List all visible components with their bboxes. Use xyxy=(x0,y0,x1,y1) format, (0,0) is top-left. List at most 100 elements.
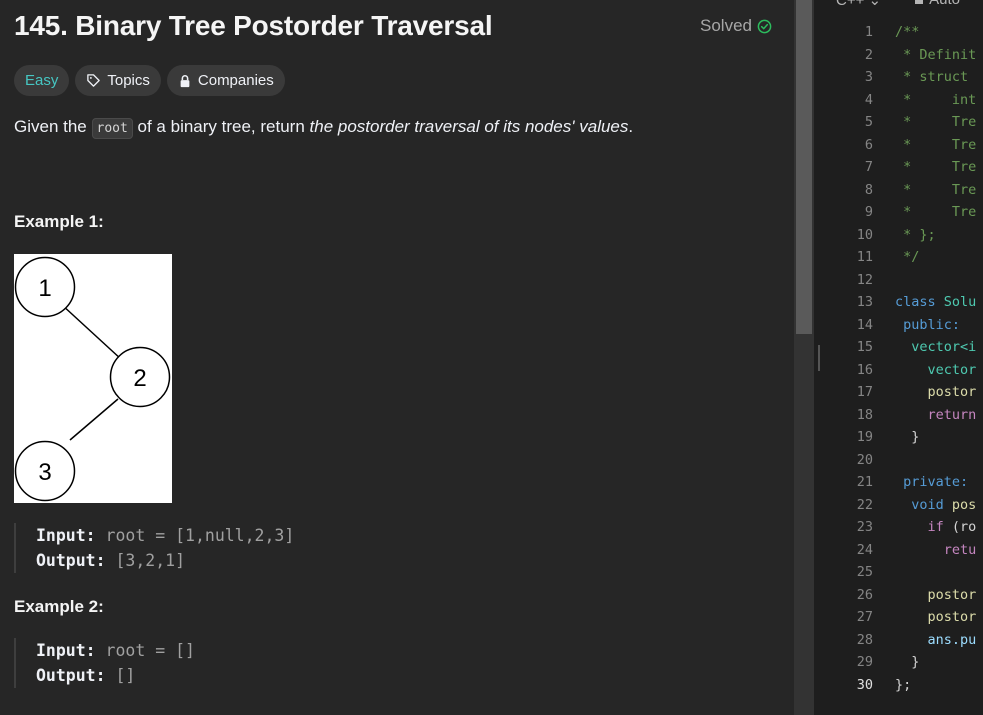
code-line[interactable]: 15 vector<i xyxy=(826,339,983,362)
editor-toolbar: C++ ⌄ Auto xyxy=(836,0,960,9)
line-number: 1 xyxy=(864,24,873,40)
code-line[interactable]: 10 * }; xyxy=(826,227,983,250)
code-token: return xyxy=(895,406,977,423)
code-line[interactable]: 19 } xyxy=(826,429,983,452)
tree-edge xyxy=(69,398,119,441)
language-label: C++ xyxy=(836,0,865,9)
code-line[interactable]: 13 class Solu xyxy=(826,294,983,317)
example-2-heading: Example 2: xyxy=(14,597,104,616)
code-line[interactable]: 18 return xyxy=(826,407,983,430)
code-line[interactable]: 6 * Tre xyxy=(826,137,983,160)
code-line[interactable]: 25 xyxy=(826,564,983,587)
code-token: pos xyxy=(951,496,977,513)
panel-resizer[interactable] xyxy=(814,0,826,715)
line-number: 20 xyxy=(856,451,873,468)
line-number: 12 xyxy=(856,271,873,288)
line-number: 7 xyxy=(864,159,873,175)
resize-handle[interactable] xyxy=(818,345,820,371)
problem-title[interactable]: 145. Binary Tree Postorder Traversal xyxy=(14,10,493,42)
code-line[interactable]: 2 * Definit xyxy=(826,47,983,70)
difficulty-tag[interactable]: Easy xyxy=(14,65,70,96)
code-token: /** xyxy=(895,24,920,40)
code-lines[interactable]: 1/** 2 * Definit 3 * struct 4 * int 5 * Tre… xyxy=(826,24,983,699)
line-code: public: xyxy=(895,317,960,333)
code-line[interactable]: 20 xyxy=(826,452,983,475)
code-line[interactable]: 1 /** xyxy=(826,24,983,47)
tree-node-label: 1 xyxy=(38,275,51,302)
code-line[interactable]: 26 postor xyxy=(826,587,983,610)
line-number: 2 xyxy=(864,46,873,63)
line-number: 26 xyxy=(856,586,873,603)
code-line[interactable]: 27 postor xyxy=(826,609,983,632)
code-line[interactable]: 24 retu xyxy=(826,542,983,565)
code-editor[interactable]: C++ ⌄ Auto 1/**2 * Definit3 * struct 4 *… xyxy=(826,0,983,715)
topics-button[interactable]: Topics xyxy=(75,65,161,96)
tree-node-label: 2 xyxy=(133,365,146,392)
solved-label: Solved xyxy=(700,16,752,35)
line-code: return xyxy=(895,406,977,423)
code-line[interactable]: 28 ans.pu xyxy=(826,632,983,655)
auto-mode-toggle[interactable]: Auto xyxy=(915,0,960,9)
code-line[interactable]: 22 void pos xyxy=(826,497,983,520)
companies-label: Companies xyxy=(197,72,274,89)
code-token: private: xyxy=(895,474,969,490)
line-code: postor xyxy=(895,609,977,625)
code-line[interactable]: 21 private: xyxy=(826,474,983,497)
code-token: * Definit xyxy=(895,46,977,63)
example-2-input: Input: root = [] xyxy=(36,638,195,663)
code-line[interactable]: 7 * Tre xyxy=(826,159,983,182)
tag-icon xyxy=(87,74,101,87)
code-token: postor xyxy=(895,586,977,603)
input-label: Input: xyxy=(36,526,96,545)
code-token: void xyxy=(895,496,952,513)
code-token: * int xyxy=(895,91,977,108)
code-token: */ xyxy=(895,249,920,265)
example-1-input: Input: root = [1,null,2,3] xyxy=(36,523,294,548)
code-token: postor xyxy=(895,384,977,400)
line-number: 19 xyxy=(856,429,873,445)
line-code: retu xyxy=(895,542,977,558)
code-line[interactable]: 11 */ xyxy=(826,249,983,272)
line-number: 8 xyxy=(864,181,873,198)
scrollbar-thumb[interactable] xyxy=(796,0,812,334)
code-token: * Tre xyxy=(895,181,977,198)
code-line[interactable]: 9 * Tre xyxy=(826,204,983,227)
language-select[interactable]: C++ ⌄ xyxy=(836,0,881,9)
code-token: * }; xyxy=(895,226,936,243)
code-line[interactable]: 5 * Tre xyxy=(826,114,983,137)
mode-label: Auto xyxy=(929,0,960,8)
code-line[interactable]: 16 vector xyxy=(826,362,983,385)
line-number: 15 xyxy=(856,339,873,355)
line-number: 3 xyxy=(864,69,873,85)
description-scrollbar[interactable] xyxy=(794,0,814,715)
code-line[interactable]: 14 public: xyxy=(826,317,983,340)
output-label: Output: xyxy=(36,551,106,570)
line-number: 16 xyxy=(856,361,873,378)
code-token: * Tre xyxy=(895,159,977,175)
line-code: postor xyxy=(895,586,977,603)
code-line[interactable]: 8 * Tre xyxy=(826,182,983,205)
problem-description: Given the root of a binary tree, return … xyxy=(14,117,633,139)
code-line[interactable]: 12 xyxy=(826,272,983,295)
line-code: * Tre xyxy=(895,159,976,175)
example-1-block: Input: root = [1,null,2,3] Output: [3,2,… xyxy=(14,523,294,573)
code-line[interactable]: 29 } xyxy=(826,654,983,677)
description-panel: 145. Binary Tree Postorder Traversal Sol… xyxy=(0,0,794,715)
code-line[interactable]: 23 if (ro xyxy=(826,519,983,542)
code-token: Solu xyxy=(943,294,977,310)
code-line[interactable]: 4 * int xyxy=(826,92,983,115)
line-code: }; xyxy=(895,677,911,693)
line-code: * Tre xyxy=(895,114,976,130)
line-code: */ xyxy=(895,249,919,265)
line-number: 13 xyxy=(856,294,873,310)
companies-button[interactable]: Companies xyxy=(166,65,285,96)
code-line[interactable]: 3 * struct xyxy=(826,69,983,92)
code-line[interactable]: 30}; xyxy=(826,677,983,700)
tag-row: Easy Topics Companies xyxy=(14,65,285,96)
code-token: vector xyxy=(895,361,977,378)
example-2-block: Input: root = [] Output: [] xyxy=(14,638,195,688)
line-code: ans.pu xyxy=(895,632,977,648)
code-token: * Tre xyxy=(895,204,977,220)
code-line[interactable]: 17 postor xyxy=(826,384,983,407)
line-number: 30 xyxy=(856,676,873,693)
